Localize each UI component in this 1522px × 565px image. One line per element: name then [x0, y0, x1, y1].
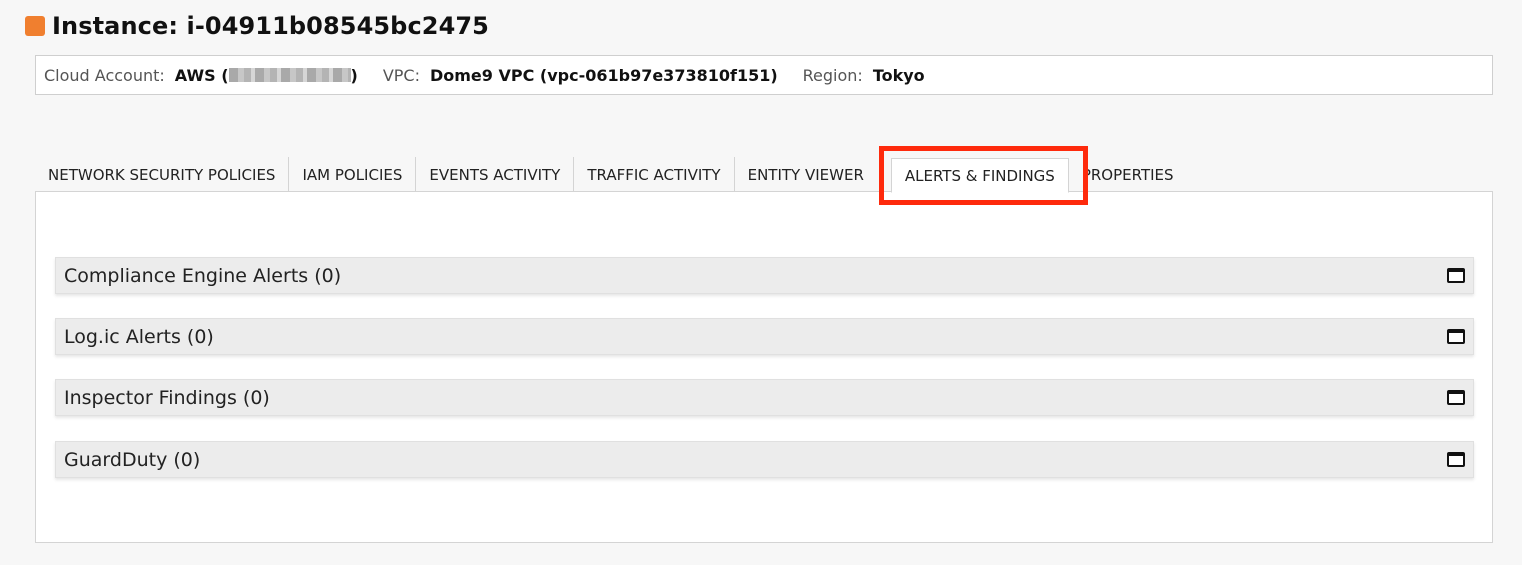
tab-alerts-findings[interactable]: ALERTS & FINDINGS — [890, 158, 1069, 193]
tab-network-security-policies[interactable]: NETWORK SECURITY POLICIES — [35, 157, 290, 192]
region-label: Region: — [802, 65, 863, 85]
window-icon[interactable] — [1447, 268, 1465, 283]
window-icon[interactable] — [1447, 390, 1465, 405]
section-compliance-engine-alerts[interactable]: Compliance Engine Alerts (0) — [55, 257, 1474, 294]
section-inspector-findings[interactable]: Inspector Findings (0) — [55, 379, 1474, 416]
window-icon[interactable] — [1447, 452, 1465, 467]
info-bar: Cloud Account: AWS () VPC: Dome9 VPC (vp… — [35, 55, 1493, 95]
region-value: Tokyo — [872, 65, 925, 85]
section-title: Compliance Engine Alerts (0) — [64, 264, 342, 287]
section-logic-alerts[interactable]: Log.ic Alerts (0) — [55, 318, 1474, 355]
cloud-account-prefix: AWS ( — [174, 65, 229, 85]
instance-icon — [25, 16, 45, 36]
tab-properties[interactable]: PROPERTIES — [1069, 157, 1187, 192]
window-icon[interactable] — [1447, 329, 1465, 344]
section-title: GuardDuty (0) — [64, 448, 201, 471]
redacted-account-id — [228, 68, 351, 82]
vpc-value: Dome9 VPC (vpc-061b97e373810f151) — [429, 65, 778, 85]
cloud-account-suffix: ) — [350, 65, 358, 85]
cloud-account-label: Cloud Account: — [44, 65, 165, 85]
region-info: Region: Tokyo — [803, 66, 925, 85]
cloud-account-info: Cloud Account: AWS () — [44, 66, 358, 85]
tab-events-activity[interactable]: EVENTS ACTIVITY — [416, 157, 575, 192]
vpc-info: VPC: Dome9 VPC (vpc-061b97e373810f151) — [383, 66, 778, 85]
alerts-findings-panel: Compliance Engine Alerts (0) Log.ic Aler… — [35, 191, 1493, 543]
section-title: Log.ic Alerts (0) — [64, 325, 214, 348]
cloud-account-value: AWS () — [175, 66, 358, 85]
section-title: Inspector Findings (0) — [64, 386, 270, 409]
tab-bar: NETWORK SECURITY POLICIES IAM POLICIES E… — [35, 157, 1187, 193]
page-title: Instance: i-04911b08545bc2475 — [52, 12, 489, 40]
page-header: Instance: i-04911b08545bc2475 — [25, 12, 489, 40]
vpc-label: VPC: — [382, 65, 420, 85]
tab-iam-policies[interactable]: IAM POLICIES — [289, 157, 417, 192]
tab-entity-viewer[interactable]: ENTITY VIEWER — [735, 157, 877, 192]
section-guardduty[interactable]: GuardDuty (0) — [55, 441, 1474, 478]
tab-traffic-activity[interactable]: TRAFFIC ACTIVITY — [574, 157, 735, 192]
